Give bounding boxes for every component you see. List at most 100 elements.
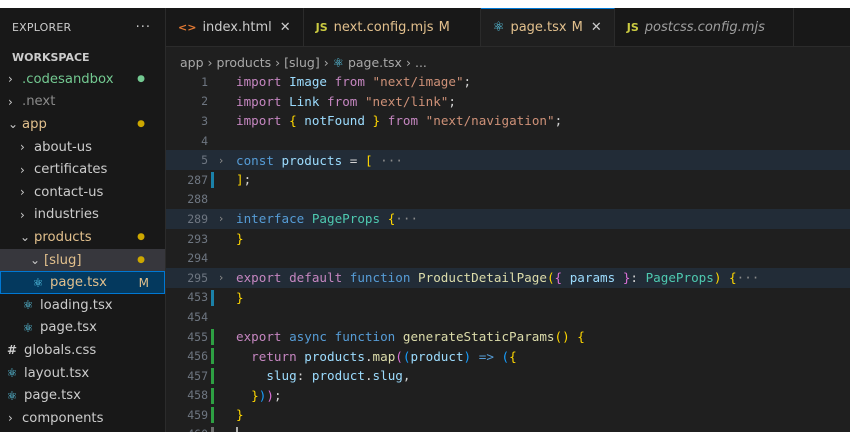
chevron-down-icon: ⌄ xyxy=(30,253,41,268)
chevron-right-icon: › xyxy=(8,94,13,109)
tab-page-tsx[interactable]: ⚛ page.tsx M ✕ xyxy=(480,8,615,46)
code-text: import { notFound } from "next/navigatio… xyxy=(236,113,563,129)
tree-item-label: app xyxy=(22,116,47,132)
chevron-right-icon: › xyxy=(20,207,25,222)
tree-item-label: contact-us xyxy=(34,184,104,200)
html-icon: <> xyxy=(178,20,197,34)
tab-postcss-config[interactable]: JS postcss.config.mjs xyxy=(614,8,794,46)
added-line-marker xyxy=(211,367,214,384)
line-number: 289 xyxy=(187,211,208,226)
added-line-marker xyxy=(211,387,214,404)
tree-item-label: components xyxy=(22,410,104,426)
modified-dot-icon: ● xyxy=(137,255,145,266)
code-line: 454 xyxy=(166,307,850,327)
chevron-right-icon: › xyxy=(20,185,25,200)
more-actions-icon[interactable]: ··· xyxy=(136,20,151,35)
tree-item-products[interactable]: ⌄ products ● xyxy=(0,226,165,249)
fold-chevron-icon[interactable]: › xyxy=(214,154,228,167)
added-line-marker xyxy=(211,407,214,424)
react-icon: ⚛ xyxy=(492,20,505,35)
line-number: 453 xyxy=(187,290,208,305)
react-icon: ⚛ xyxy=(6,366,18,381)
breadcrumb-more[interactable]: ... xyxy=(415,55,427,70)
tab-index-html[interactable]: <> index.html ✕ xyxy=(166,8,304,46)
line-number: 5 xyxy=(201,153,208,168)
breadcrumb-file[interactable]: page.tsx xyxy=(348,55,402,70)
chevron-right-icon: › xyxy=(8,72,13,87)
fold-chevron-icon[interactable]: › xyxy=(214,212,228,225)
code-text: } xyxy=(236,231,244,247)
code-line: 456 return products.map((product) => ({ xyxy=(166,346,850,366)
code-text: slug: product.slug, xyxy=(266,368,411,384)
tree-item-components[interactable]: › components xyxy=(0,407,165,430)
code-line: 288 xyxy=(166,190,850,210)
tree-item-label: page.tsx xyxy=(50,275,107,291)
close-icon[interactable]: ✕ xyxy=(280,20,291,35)
tree-item-products-page-tsx[interactable]: ⚛ page.tsx xyxy=(0,317,165,340)
chevron-right-icon: › xyxy=(20,162,25,177)
tree-item-app[interactable]: ⌄ app ● xyxy=(0,113,165,136)
tree-item-about-us[interactable]: › about-us xyxy=(0,136,165,159)
code-line: 295 › export default function ProductDeta… xyxy=(166,267,850,288)
code-line: 458 })); xyxy=(166,386,850,406)
line-number: 288 xyxy=(187,192,208,207)
code-text: return products.map((product) => ({ xyxy=(251,348,517,364)
breadcrumb-app[interactable]: app xyxy=(180,55,204,70)
explorer-title: EXPLORER xyxy=(12,20,72,34)
code-line: 293 } xyxy=(166,229,850,249)
line-number: 295 xyxy=(187,270,208,285)
tree-item-contact-us[interactable]: › contact-us xyxy=(0,181,165,204)
explorer-header: EXPLORER ··· xyxy=(0,8,165,46)
added-line-marker xyxy=(211,348,214,365)
code-text: export default function ProductDetailPag… xyxy=(236,270,760,286)
tree-item-certificates[interactable]: › certificates xyxy=(0,158,165,181)
code-line: 455 export async function generateStatic… xyxy=(166,327,850,347)
code-line: 3 import { notFound } from "next/navigat… xyxy=(166,111,850,131)
line-number: 2 xyxy=(201,94,208,109)
breadcrumb: app › products › [slug] › ⚛ page.tsx › .… xyxy=(180,52,427,72)
tree-item-label: .codesandbox xyxy=(22,71,114,87)
tree-item-loading-tsx[interactable]: ⚛ loading.tsx xyxy=(0,294,165,317)
tree-item-codesandbox[interactable]: › .codesandbox ● xyxy=(0,68,165,91)
tree-item-slug[interactable]: ⌄ [slug] ● xyxy=(0,248,165,272)
css-hash-icon: # xyxy=(6,343,18,358)
chevron-right-icon: › xyxy=(20,140,25,155)
fold-chevron-icon[interactable]: › xyxy=(214,271,228,284)
code-line: 459 } xyxy=(166,405,850,425)
code-text: })); xyxy=(251,387,282,403)
breadcrumb-slug[interactable]: [slug] xyxy=(284,55,320,70)
tree-item-label: about-us xyxy=(34,139,93,155)
react-icon: ⚛ xyxy=(22,320,34,335)
line-number: 287 xyxy=(187,172,208,187)
breadcrumb-products[interactable]: products xyxy=(217,55,272,70)
code-line: 457 slug: product.slug, xyxy=(166,366,850,386)
tab-label: next.config.mjs xyxy=(333,19,434,35)
code-text: import Link from "next/link"; xyxy=(236,93,456,109)
tree-item-page-tsx[interactable]: ⚛ page.tsx xyxy=(0,384,165,407)
code-line: 4 xyxy=(166,131,850,151)
modified-dot-icon: ● xyxy=(137,119,145,130)
chevron-right-icon: › xyxy=(405,54,411,70)
code-line: 5 › const products = [ ··· xyxy=(166,150,850,170)
code-text: export async function generateStaticPara… xyxy=(236,329,585,345)
line-number: 456 xyxy=(187,349,208,364)
code-line: 289 › interface PageProps {··· xyxy=(166,209,850,229)
tree-item-industries[interactable]: › industries xyxy=(0,204,165,227)
react-icon: ⚛ xyxy=(332,54,344,70)
close-icon[interactable]: ✕ xyxy=(591,20,602,35)
explorer-sidebar: EXPLORER ··· WORKSPACE › .codesandbox ● … xyxy=(0,8,166,432)
code-editor[interactable]: 1 import Image from "next/image"; 2 impo… xyxy=(166,72,850,432)
workspace-header[interactable]: WORKSPACE xyxy=(0,46,165,68)
code-line: 294 xyxy=(166,248,850,268)
tree-item-next[interactable]: › .next xyxy=(0,91,165,114)
tree-item-label: page.tsx xyxy=(40,320,97,336)
tree-item-label: globals.css xyxy=(24,342,97,358)
tree-item-layout-tsx[interactable]: ⚛ layout.tsx xyxy=(0,362,165,385)
code-text: } xyxy=(236,289,244,305)
line-number: 457 xyxy=(187,368,208,383)
code-line: 2 import Link from "next/link"; xyxy=(166,92,850,112)
tree-item-slug-page-tsx[interactable]: ⚛ page.tsx M xyxy=(0,271,165,294)
tab-next-config[interactable]: JS next.config.mjs M xyxy=(303,8,481,46)
line-number: 4 xyxy=(201,133,208,148)
tree-item-globals-css[interactable]: # globals.css xyxy=(0,339,165,362)
